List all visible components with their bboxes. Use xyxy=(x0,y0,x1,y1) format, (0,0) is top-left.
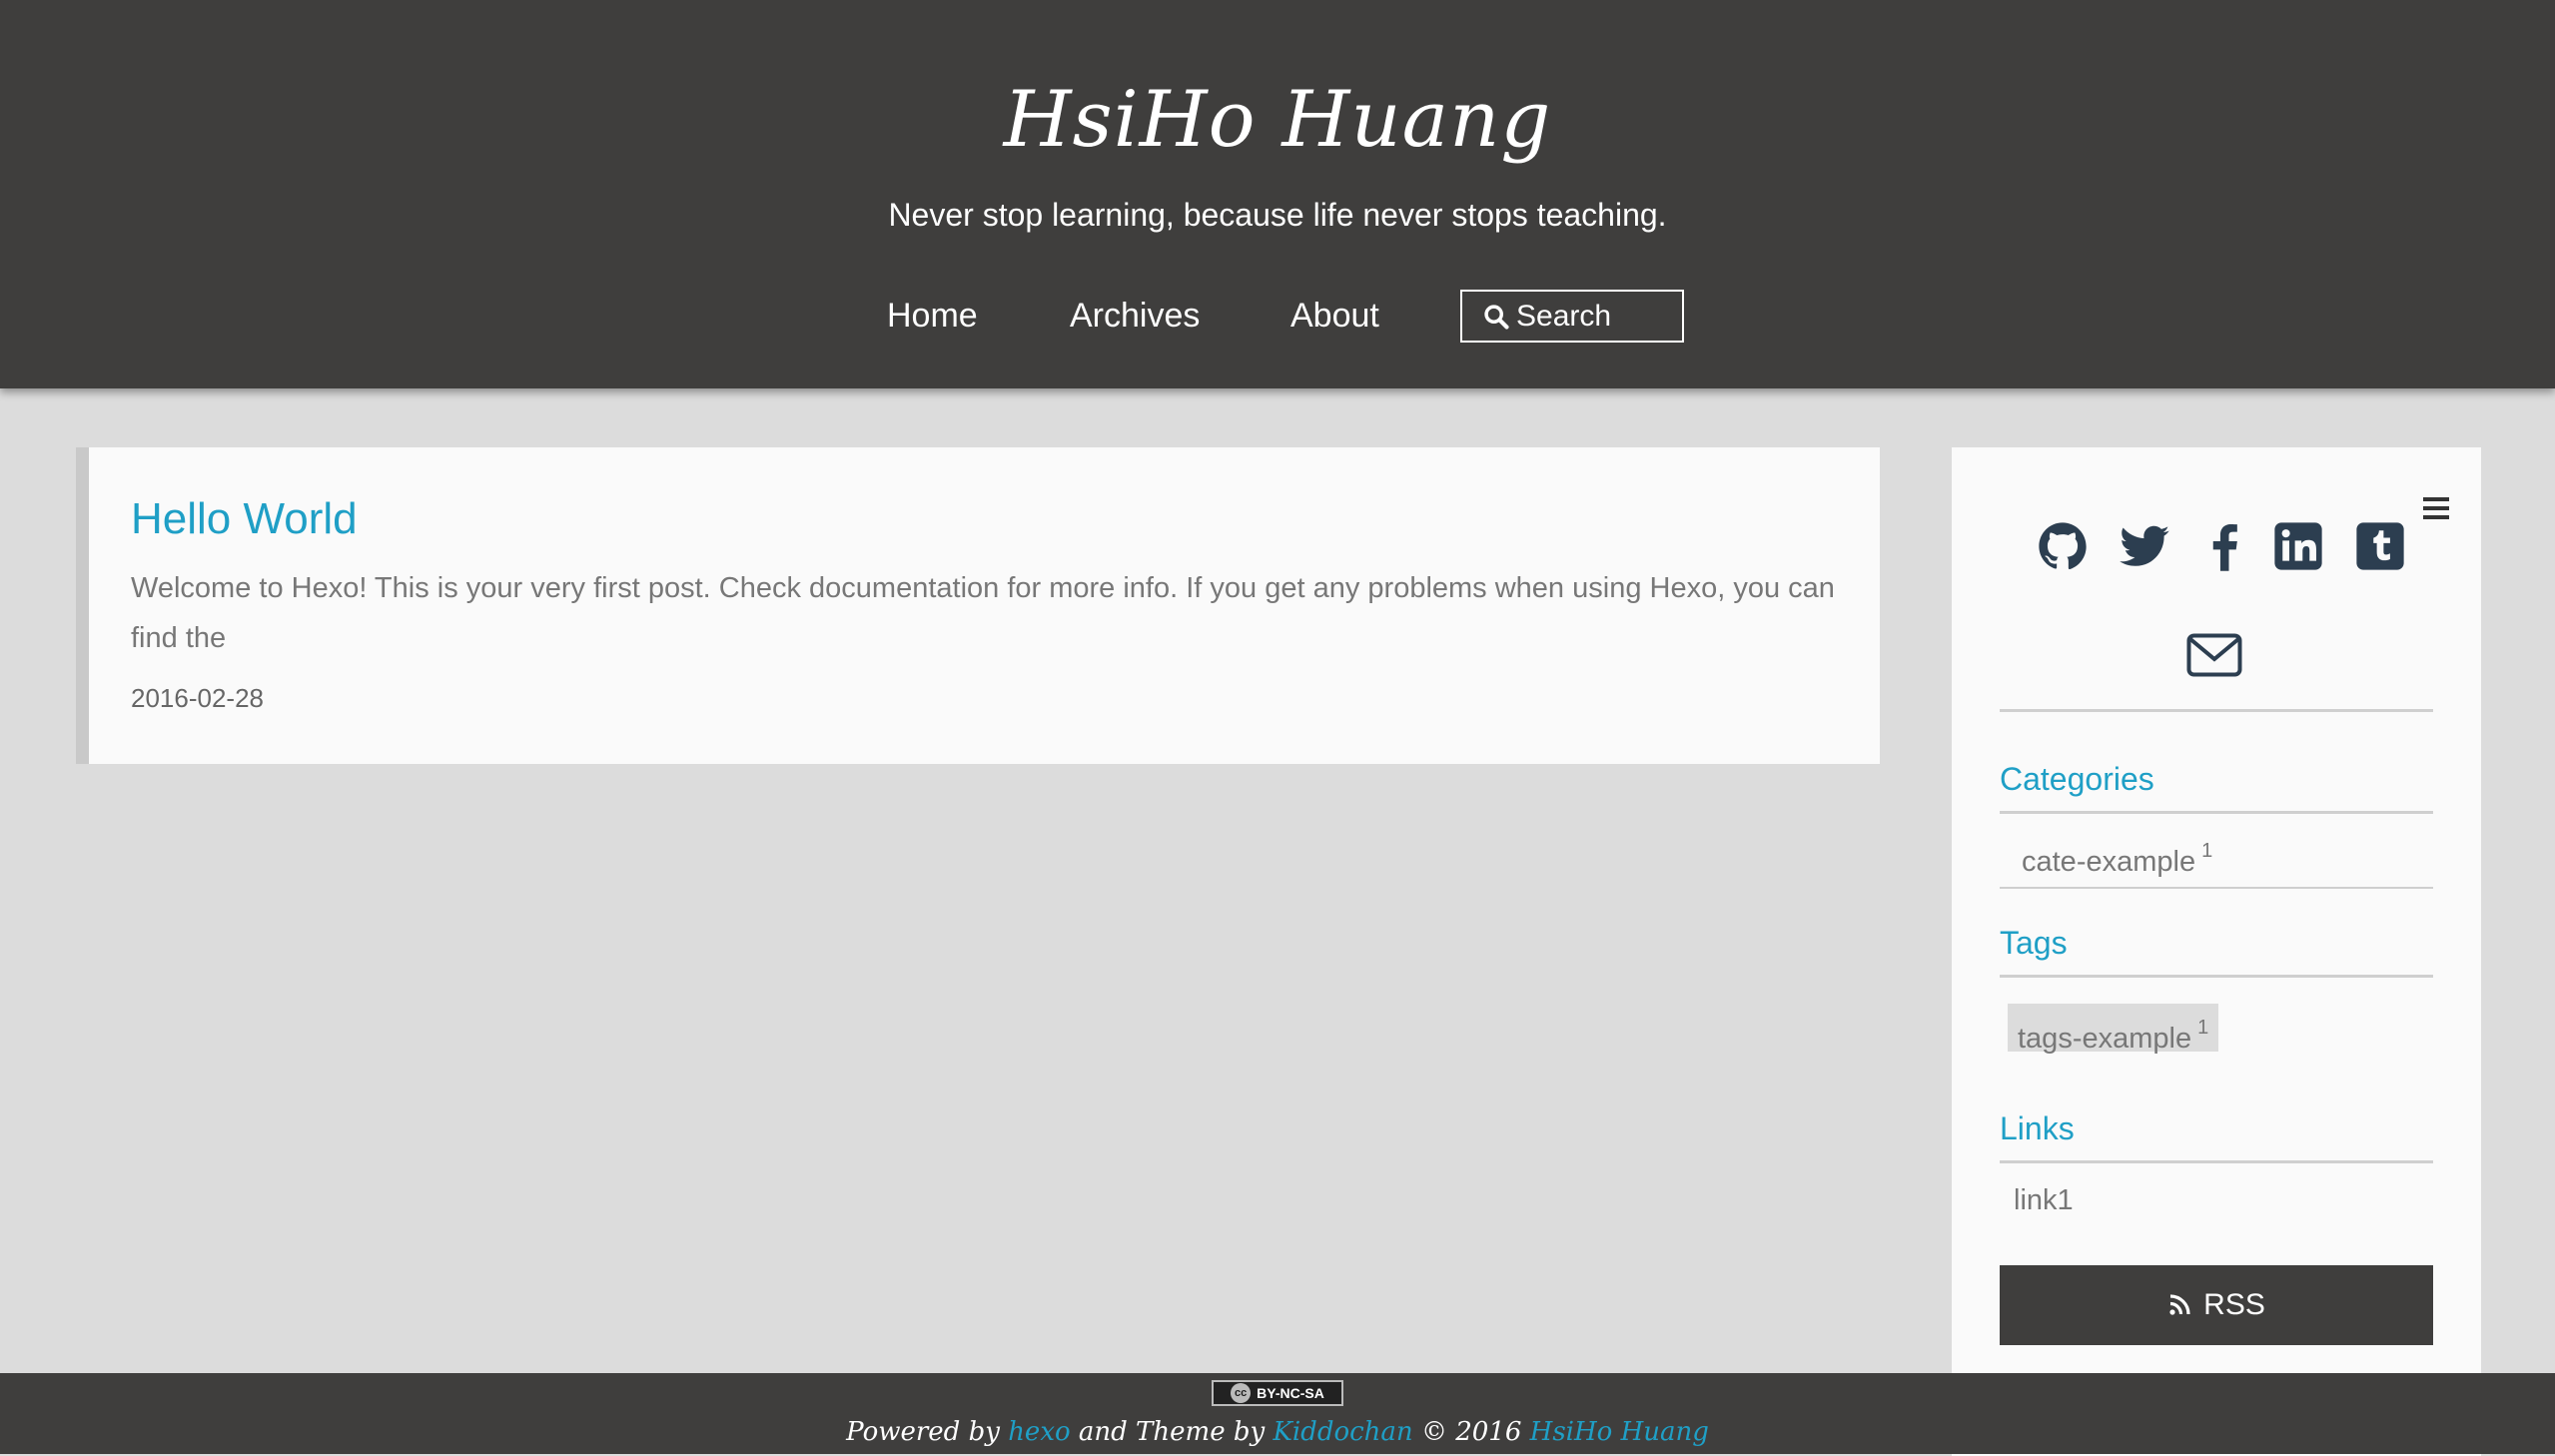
theme-by-text: and Theme by xyxy=(1078,1417,1266,1447)
post-date: 2016-02-28 xyxy=(131,683,264,713)
github-icon[interactable] xyxy=(2036,519,2090,573)
category-item[interactable]: cate-example 1 xyxy=(2022,831,2212,882)
tags-title: Tags xyxy=(2000,925,2068,961)
twitter-icon[interactable] xyxy=(2118,519,2171,573)
search-label: Search xyxy=(1516,300,1612,333)
post-title-link[interactable]: Hello World xyxy=(131,489,358,549)
tag-name[interactable]: tags-example xyxy=(2018,1023,2191,1055)
license-badge[interactable]: cc BY-NC-SA xyxy=(1212,1380,1343,1406)
site-header: HsiHo Huang Never stop learning, because… xyxy=(0,0,2555,388)
creative-commons-icon: cc xyxy=(1231,1383,1252,1403)
linkedin-icon[interactable] xyxy=(2271,519,2325,573)
categories-divider xyxy=(2000,811,2433,814)
rss-icon xyxy=(2169,1294,2190,1315)
post-excerpt: Welcome to Hexo! This is your very first… xyxy=(131,572,1835,654)
category-name[interactable]: cate-example xyxy=(2022,846,2195,878)
powered-by-text: Powered by xyxy=(846,1417,1000,1447)
author-link[interactable]: HsiHo Huang xyxy=(1530,1417,1709,1447)
social-divider xyxy=(2000,709,2433,712)
categories-title: Categories xyxy=(2000,761,2154,797)
hexo-link[interactable]: hexo xyxy=(1008,1417,1070,1447)
nav-home-link[interactable]: Home xyxy=(887,288,978,344)
mail-icon[interactable] xyxy=(2186,633,2242,677)
facebook-icon[interactable] xyxy=(2197,519,2251,573)
link-item[interactable]: link1 xyxy=(2014,1180,2074,1220)
tags-divider xyxy=(2000,975,2433,978)
tag-count: 1 xyxy=(2197,1017,2209,1039)
site-title[interactable]: HsiHo Huang xyxy=(0,60,2555,180)
sidebar: Categories cate-example 1 Tags tags-examp… xyxy=(1952,447,2481,1456)
post-card: Hello World Welcome to Hexo! This is you… xyxy=(76,447,1880,764)
tag-item[interactable]: tags-example 1 xyxy=(2008,1004,2219,1055)
hamburger-menu-icon[interactable] xyxy=(2423,497,2449,519)
tumblr-icon[interactable] xyxy=(2353,519,2407,573)
nav-archives-link[interactable]: Archives xyxy=(1070,288,1200,344)
rss-label: RSS xyxy=(2203,1288,2265,1321)
search-icon xyxy=(1484,304,1509,330)
license-label: BY-NC-SA xyxy=(1257,1385,1324,1401)
links-title: Links xyxy=(2000,1110,2075,1146)
search-button[interactable]: Search xyxy=(1460,290,1684,343)
rss-button[interactable]: RSS xyxy=(2000,1265,2433,1345)
category-count: 1 xyxy=(2201,840,2213,862)
footer-credits: Powered by hexo and Theme by Kiddochan ©… xyxy=(0,1413,2555,1451)
categories-bottom-divider xyxy=(2000,887,2433,889)
social-links xyxy=(1952,519,2481,583)
site-footer: cc BY-NC-SA Powered by hexo and Theme by… xyxy=(0,1373,2555,1454)
copyright-text: © 2016 xyxy=(1420,1417,1522,1447)
theme-author-link[interactable]: Kiddochan xyxy=(1273,1417,1412,1447)
links-divider xyxy=(2000,1160,2433,1163)
nav-about-link[interactable]: About xyxy=(1290,288,1379,344)
main-nav: Home Archives About Search xyxy=(0,288,2555,344)
site-subtitle: Never stop learning, because life never … xyxy=(888,197,1667,233)
